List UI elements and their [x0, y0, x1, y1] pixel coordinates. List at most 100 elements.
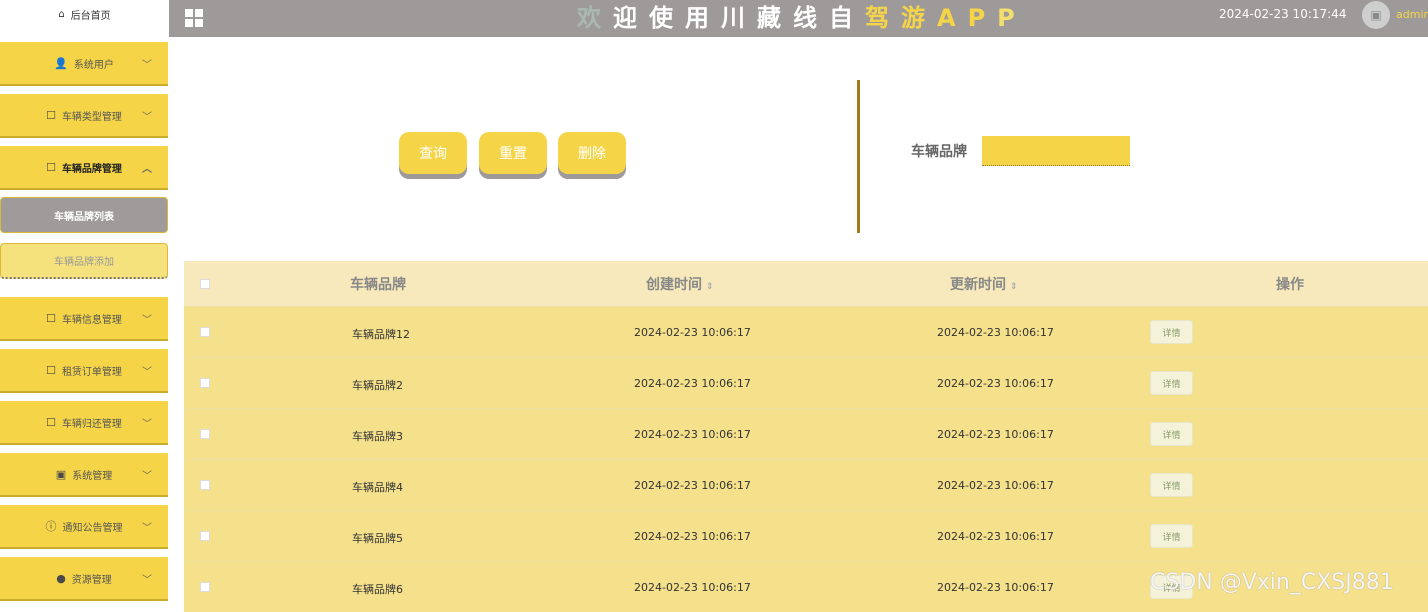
sidebar-item-label: 车辆类型管理	[61, 111, 122, 123]
sidebar-item-vehicle-info[interactable]: ☐ 车辆信息管理 ﹀	[0, 297, 168, 341]
reset-button[interactable]: 重置	[479, 132, 547, 174]
sidebar-item-label: 通知公告管理	[62, 522, 123, 534]
grid-menu-icon[interactable]	[185, 9, 203, 27]
title-char: 自	[829, 4, 865, 32]
cell-brand: 车辆品牌4	[352, 481, 403, 494]
home-label: 后台首页	[70, 10, 111, 22]
detail-button[interactable]: 详情	[1150, 371, 1193, 395]
detail-button[interactable]: 详情	[1150, 320, 1193, 344]
table-row[interactable]: 车辆品牌3 2024-02-23 10:06:17 2024-02-23 10:06…	[184, 408, 1428, 459]
brand-table: 车辆品牌 创建时间 ⇕ 更新时间 ⇕ 操作 车辆品牌12 2024-02-23 10:…	[184, 261, 1428, 612]
header-created[interactable]: 创建时间 ⇕	[646, 274, 714, 294]
table-row[interactable]: 车辆品牌5 2024-02-23 10:06:17 2024-02-23 10:06…	[184, 510, 1428, 561]
divider	[857, 80, 860, 233]
title-char: 使	[649, 4, 685, 32]
title-char: 欢	[577, 4, 613, 32]
cell-created: 2024-02-23 10:06:17	[634, 326, 751, 339]
sidebar-item-system-management[interactable]: ▣ 系统管理 ﹀	[0, 453, 168, 497]
delete-button[interactable]: 删除	[558, 132, 626, 174]
row-checkbox[interactable]	[200, 429, 210, 439]
sidebar-item-label: 资源管理	[71, 574, 112, 586]
cell-brand: 车辆品牌6	[352, 583, 403, 596]
info-icon: ⓘ	[45, 520, 57, 533]
sidebar-subitem-brand-list[interactable]: 车辆品牌列表	[0, 197, 168, 233]
cell-created: 2024-02-23 10:06:17	[634, 428, 751, 441]
query-button[interactable]: 查询	[399, 132, 467, 174]
row-checkbox[interactable]	[200, 378, 210, 388]
cell-created: 2024-02-23 10:06:17	[634, 479, 751, 492]
row-checkbox[interactable]	[200, 582, 210, 592]
image-icon: ▣	[55, 467, 67, 481]
chevron-up-icon: ︿	[142, 163, 152, 175]
table-row[interactable]: 车辆品牌4 2024-02-23 10:06:17 2024-02-23 10:06…	[184, 459, 1428, 510]
chevron-down-icon: ﹀	[142, 522, 152, 534]
sidebar-item-rental-orders[interactable]: ☐ 租赁订单管理 ﹀	[0, 349, 168, 393]
detail-button[interactable]: 详情	[1150, 473, 1193, 497]
sidebar-item-vehicle-return[interactable]: ☐ 车辆归还管理 ﹀	[0, 401, 168, 445]
title-char: 川	[721, 4, 757, 32]
cell-updated: 2024-02-23 10:06:17	[937, 377, 1054, 390]
select-all-checkbox[interactable]	[200, 278, 210, 289]
sidebar-item-system-users[interactable]: 👤 系统用户 ﹀	[0, 42, 168, 86]
watermark: CSDN @Vxin_CXSJ881	[1150, 570, 1394, 595]
chevron-down-icon: ﹀	[142, 574, 152, 586]
sidebar-subitem-label: 车辆品牌添加	[54, 257, 114, 268]
brand-search-input[interactable]	[982, 136, 1130, 166]
cell-brand: 车辆品牌3	[352, 430, 403, 443]
chevron-down-icon: ﹀	[142, 418, 152, 430]
edit-icon: ☐	[46, 108, 56, 122]
header-updated[interactable]: 更新时间 ⇕	[950, 274, 1018, 294]
user-name[interactable]: admin	[1396, 0, 1428, 30]
sidebar-item-resource-management[interactable]: ● 资源管理 ﹀	[0, 557, 168, 601]
title-char: 迎	[613, 4, 649, 32]
sidebar-subitem-brand-add[interactable]: 车辆品牌添加	[0, 243, 168, 279]
sort-icon: ⇕	[1010, 281, 1018, 292]
chevron-down-icon: ﹀	[142, 366, 152, 378]
detail-button[interactable]: 详情	[1150, 524, 1193, 548]
avatar[interactable]: ▣	[1362, 1, 1390, 29]
edit-icon: ☐	[46, 415, 56, 429]
location-icon: ●	[56, 571, 66, 585]
sidebar-item-label: 租赁订单管理	[61, 366, 122, 378]
header-updated-label: 更新时间	[950, 276, 1006, 293]
header-created-label: 创建时间	[646, 276, 702, 293]
sidebar-subitem-label: 车辆品牌列表	[54, 211, 114, 223]
app-title: 欢迎使用川藏线自驾游APP	[577, 0, 1027, 37]
edit-icon: ☐	[46, 363, 56, 377]
cell-updated: 2024-02-23 10:06:17	[937, 581, 1054, 594]
row-checkbox[interactable]	[200, 327, 210, 337]
sidebar-item-label: 系统管理	[72, 470, 113, 482]
image-icon: ▣	[1370, 8, 1382, 22]
sort-icon: ⇕	[706, 281, 714, 292]
detail-button[interactable]: 详情	[1150, 422, 1193, 446]
header-actions: 操作	[1276, 276, 1304, 293]
cell-created: 2024-02-23 10:06:17	[634, 581, 751, 594]
user-icon: 👤	[54, 56, 68, 70]
title-char: 线	[793, 4, 829, 32]
table-row[interactable]: 车辆品牌2 2024-02-23 10:06:17 2024-02-23 10:06…	[184, 357, 1428, 408]
title-char: 藏	[757, 4, 793, 32]
table-row[interactable]: 车辆品牌12 2024-02-23 10:06:17 2024-02-23 10:0…	[184, 306, 1428, 357]
cell-brand: 车辆品牌12	[352, 328, 410, 341]
cell-updated: 2024-02-23 10:06:17	[937, 326, 1054, 339]
chevron-down-icon: ﹀	[142, 470, 152, 482]
title-char: P	[967, 4, 998, 32]
sidebar-item-label: 车辆品牌管理	[61, 163, 122, 175]
row-checkbox[interactable]	[200, 531, 210, 541]
title-char: 用	[685, 4, 721, 32]
chevron-down-icon: ﹀	[142, 111, 152, 123]
sidebar-item-vehicle-type[interactable]: ☐ 车辆类型管理 ﹀	[0, 94, 168, 138]
edit-icon: ☐	[46, 311, 56, 325]
cell-updated: 2024-02-23 10:06:17	[937, 530, 1054, 543]
brand-search-label: 车辆品牌	[911, 144, 967, 160]
sidebar-item-vehicle-brand[interactable]: ☐ 车辆品牌管理 ︿	[0, 146, 168, 190]
cell-updated: 2024-02-23 10:06:17	[937, 479, 1054, 492]
sidebar-item-label: 系统用户	[73, 59, 114, 71]
table-body: 车辆品牌12 2024-02-23 10:06:17 2024-02-23 10:0…	[184, 306, 1428, 612]
sidebar-item-notice-management[interactable]: ⓘ 通知公告管理 ﹀	[0, 505, 168, 549]
row-checkbox[interactable]	[200, 480, 210, 490]
datetime-display: 2024-02-23 10:17:44	[1219, 7, 1347, 21]
header-brand: 车辆品牌	[350, 276, 406, 293]
cell-updated: 2024-02-23 10:06:17	[937, 428, 1054, 441]
home-link[interactable]: ⌂ 后台首页	[0, 0, 169, 28]
